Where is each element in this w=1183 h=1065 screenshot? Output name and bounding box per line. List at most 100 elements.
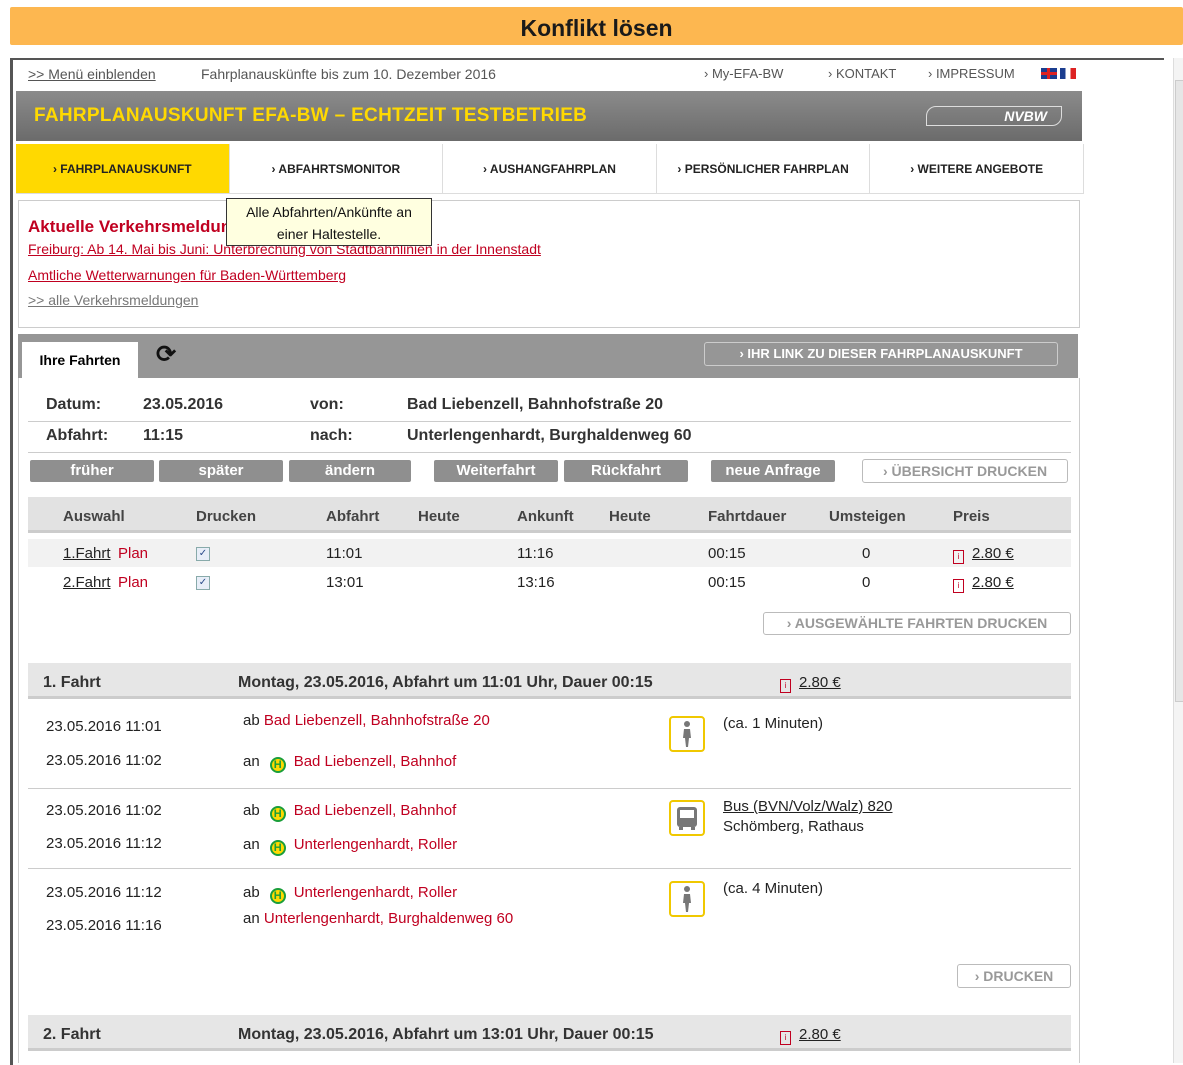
- ticket-info-icon[interactable]: i: [953, 579, 964, 593]
- bus-stop-icon: H: [269, 840, 286, 856]
- leg-ab-label: ab: [243, 712, 260, 729]
- table-row: 2.Fahrt Plan ✓ 13:01 13:16 00:15 0 i 2.80…: [28, 568, 1071, 596]
- trip-price-link[interactable]: 2.80 €: [972, 574, 1014, 591]
- leg-from-stop: Bad Liebenzell, Bahnhof: [293, 802, 457, 819]
- to-label: nach:: [310, 427, 353, 444]
- trip-detail-label: 1. Fahrt: [43, 674, 101, 691]
- col-preis: Preis: [953, 508, 990, 525]
- trip-detail-price-link[interactable]: 2.80 €: [799, 674, 841, 691]
- ticket-info-icon[interactable]: i: [780, 1031, 791, 1045]
- nvbw-logo[interactable]: NVBW: [926, 106, 1062, 126]
- leg-to-stop: Unterlengenhardt, Roller: [293, 836, 458, 853]
- tab-weitere-angebote[interactable]: › WEITERE ANGEBOTE: [870, 144, 1084, 194]
- tooltip-line-1: Alle Abfahrten/Ankünfte an: [246, 204, 412, 220]
- scrollbar-thumb[interactable]: [1175, 80, 1183, 702]
- news-link-weather[interactable]: Amtliche Wetterwarnungen für Baden-Württ…: [28, 267, 346, 283]
- trip-plan-label: Plan: [118, 574, 149, 591]
- trip-select-link[interactable]: 1.Fahrt: [63, 545, 111, 562]
- banner-title: FAHRPLANAUSKUNFT EFA-BW – ECHTZEIT TESTB…: [34, 105, 588, 126]
- leg-from-stop: Bad Liebenzell, Bahnhofstraße 20: [263, 712, 490, 729]
- trip-arrival: 11:16: [517, 545, 554, 562]
- print-checkbox[interactable]: ✓: [196, 547, 210, 561]
- from-label: von:: [310, 396, 344, 413]
- departure-value: 11:15: [143, 427, 184, 444]
- leg-an-label: an: [243, 836, 260, 853]
- leg-an-label: an: [243, 753, 260, 770]
- later-button[interactable]: später: [159, 460, 283, 482]
- leg-divider: [28, 788, 1071, 789]
- leg-dep-time: 23.05.2016 11:02: [46, 802, 162, 819]
- walk-duration: (ca. 4 Minuten): [723, 880, 824, 897]
- date-label: Datum:: [46, 396, 102, 413]
- walk-icon: [669, 881, 705, 917]
- print-overview-button[interactable]: › ÜBERSICHT DRUCKEN: [862, 459, 1068, 483]
- leg-ab-label: ab: [243, 802, 260, 819]
- trip-transfers: 0: [862, 574, 871, 591]
- tab-persoenlicher-fahrplan[interactable]: › PERSÖNLICHER FAHRPLAN: [656, 144, 871, 194]
- bus-line-link[interactable]: Bus (BVN/Volz/Walz) 820: [723, 798, 893, 815]
- change-button[interactable]: ändern: [289, 460, 411, 482]
- trip-select-link[interactable]: 2.Fahrt: [63, 574, 111, 591]
- earlier-button[interactable]: früher: [30, 460, 154, 482]
- date-value: 23.05.2016: [143, 396, 224, 413]
- tab-aushangfahrplan[interactable]: › AUSHANGFAHRPLAN: [443, 144, 657, 194]
- my-efa-link[interactable]: › My-EFA-BW: [704, 66, 783, 81]
- trip-plan-label: Plan: [118, 545, 149, 562]
- col-heute-arr: Heute: [609, 508, 651, 525]
- divider: [28, 452, 1071, 453]
- trip-detail-summary: Montag, 23.05.2016, Abfahrt um 11:01 Uhr…: [238, 674, 653, 691]
- trip-detail-label: 2. Fahrt: [43, 1026, 101, 1043]
- ticket-info-icon[interactable]: i: [953, 550, 964, 564]
- show-menu-link[interactable]: >> Menü einblenden: [28, 66, 156, 82]
- uk-flag-icon[interactable]: [1041, 68, 1057, 79]
- bus-direction: Schömberg, Rathaus: [723, 818, 864, 835]
- bus-icon: [669, 800, 705, 836]
- france-flag-icon[interactable]: [1060, 68, 1076, 79]
- trip-transfers: 0: [862, 545, 871, 562]
- imprint-link[interactable]: › IMPRESSUM: [928, 66, 1015, 81]
- leg-to-stop: Bad Liebenzell, Bahnhof: [293, 753, 457, 770]
- walk-duration: (ca. 1 Minuten): [723, 715, 824, 732]
- tab-ihre-fahrten[interactable]: Ihre Fahrten: [22, 342, 138, 378]
- col-abfahrt: Abfahrt: [326, 508, 380, 525]
- new-query-button[interactable]: neue Anfrage: [711, 460, 835, 482]
- tab-fahrplanauskunft[interactable]: › FAHRPLANAUSKUNFT: [16, 144, 230, 194]
- continue-trip-button[interactable]: Weiterfahrt: [434, 460, 558, 482]
- trip-price-link[interactable]: 2.80 €: [972, 545, 1014, 562]
- from-value: Bad Liebenzell, Bahnhofstraße 20: [407, 396, 664, 413]
- results-header: Ihre Fahrten ⟳ › IHR LINK ZU DIESER FAHR…: [18, 334, 1078, 378]
- ticket-info-icon[interactable]: i: [780, 679, 791, 693]
- leg-arr-time: 23.05.2016 11:16: [46, 917, 162, 934]
- return-trip-button[interactable]: Rückfahrt: [564, 460, 688, 482]
- divider: [28, 421, 1071, 422]
- all-news-link[interactable]: >> alle Verkehrsmeldungen: [28, 292, 198, 308]
- leg-dep-time: 23.05.2016 11:01: [46, 718, 162, 735]
- trip-arrival: 13:16: [517, 574, 555, 591]
- refresh-icon[interactable]: ⟳: [156, 340, 176, 369]
- trip-detail-summary: Montag, 23.05.2016, Abfahrt um 13:01 Uhr…: [238, 1026, 654, 1043]
- col-drucken: Drucken: [196, 508, 257, 525]
- print-trip-button[interactable]: › DRUCKEN: [957, 964, 1071, 988]
- tab-abfahrtsmonitor[interactable]: › ABFAHRTSMONITOR: [229, 144, 444, 194]
- trip-detail-price-link[interactable]: 2.80 €: [799, 1026, 841, 1043]
- bus-stop-icon: H: [269, 888, 286, 904]
- print-selected-button[interactable]: › AUSGEWÄHLTE FAHRTEN DRUCKEN: [763, 612, 1071, 635]
- departure-label: Abfahrt:: [46, 427, 109, 444]
- top-links-bar: >> Menü einblenden Fahrplanauskünfte bis…: [28, 66, 1078, 86]
- site-banner: FAHRPLANAUSKUNFT EFA-BW – ECHTZEIT TESTB…: [16, 91, 1082, 141]
- bus-stop-icon: H: [269, 806, 286, 822]
- leg-arr-time: 23.05.2016 11:02: [46, 752, 162, 769]
- contact-link[interactable]: › KONTAKT: [828, 66, 896, 81]
- print-checkbox[interactable]: ✓: [196, 576, 210, 590]
- col-heute-dep: Heute: [418, 508, 460, 525]
- trip-duration: 00:15: [708, 574, 746, 591]
- table-row: 1.Fahrt Plan ✓ 11:01 11:16 00:15 0 i 2.80…: [28, 539, 1071, 567]
- leg-divider: [28, 868, 1071, 869]
- trip-detail-header: 2. Fahrt Montag, 23.05.2016, Abfahrt um …: [28, 1015, 1071, 1051]
- leg-from-stop: Unterlengenhardt, Roller: [293, 884, 458, 901]
- permalink-button[interactable]: › IHR LINK ZU DIESER FAHRPLANAUSKUNFT: [704, 342, 1058, 366]
- tooltip: Alle Abfahrten/Ankünfte an einer Haltest…: [226, 198, 432, 246]
- col-umsteigen: Umsteigen: [829, 508, 906, 525]
- col-ankunft: Ankunft: [517, 508, 574, 525]
- trip-duration: 00:15: [708, 545, 746, 562]
